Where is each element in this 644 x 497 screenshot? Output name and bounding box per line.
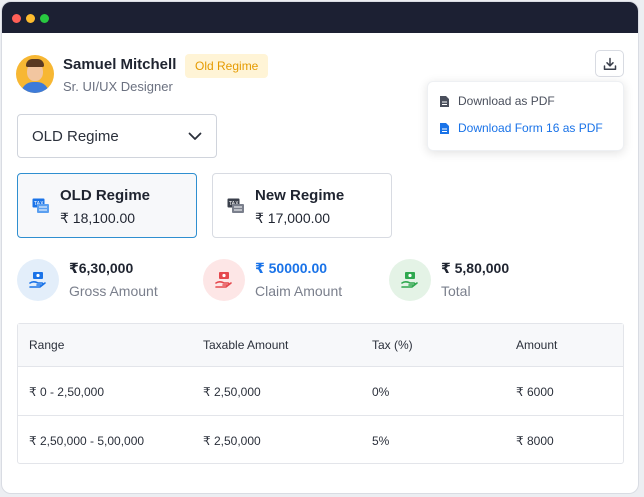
claim-amount-value: ₹ 50000.00 — [255, 260, 328, 276]
regime-badge: Old Regime — [185, 54, 269, 78]
column-header-range: Range — [29, 338, 65, 352]
download-form16-menu-item[interactable]: Download Form 16 as PDF — [439, 121, 603, 135]
table-cell-amount: ₹ 6000 — [516, 384, 554, 399]
gross-amount-label: Gross Amount — [69, 283, 158, 299]
total-value: ₹ 5,80,000 — [441, 260, 510, 276]
table-cell-taxable-amount: ₹ 2,50,000 — [203, 434, 261, 448]
minimize-window-button[interactable] — [26, 14, 35, 23]
total-label: Total — [441, 283, 471, 299]
regime-select-value: OLD Regime — [32, 127, 119, 145]
user-name: Samuel Mitchell — [63, 56, 177, 73]
user-role: Sr. UI/UX Designer — [63, 79, 173, 94]
column-header-amount: Amount — [516, 338, 558, 352]
table-cell-taxable-amount: ₹ 2,50,000 — [203, 384, 261, 399]
tax-icon: TAX — [227, 198, 244, 213]
old-regime-title: OLD Regime — [60, 187, 151, 204]
table-cell-tax-percent: 5% — [372, 434, 390, 448]
download-menu: Download as PDF Download Form 16 as PDF — [427, 81, 624, 151]
close-window-button[interactable] — [12, 14, 21, 23]
money-hand-icon — [389, 259, 431, 301]
table-cell-tax-percent: 0% — [372, 384, 390, 399]
claim-amount-label: Claim Amount — [255, 283, 343, 299]
avatar — [16, 55, 54, 93]
window-titlebar — [2, 2, 638, 33]
download-button[interactable] — [595, 50, 624, 77]
column-header-tax-percent: Tax (%) — [372, 338, 413, 352]
gross-amount-value: ₹6,30,000 — [69, 260, 134, 276]
download-pdf-menu-item[interactable]: Download as PDF — [439, 94, 555, 108]
tax-icon: TAX — [32, 198, 49, 213]
app-window: Samuel Mitchell Sr. UI/UX Designer Old R… — [1, 1, 639, 494]
new-regime-title: New Regime — [255, 187, 345, 204]
regime-select[interactable]: OLD Regime — [17, 114, 217, 158]
download-pdf-label: Download as PDF — [458, 94, 555, 108]
column-header-taxable-amount: Taxable Amount — [203, 338, 289, 352]
table-cell-range: ₹ 0 - 2,50,000 — [29, 384, 105, 399]
download-form16-label: Download Form 16 as PDF — [458, 121, 603, 135]
new-regime-card[interactable]: TAX New Regime ₹ 17,000.00 — [212, 173, 392, 238]
file-icon — [440, 122, 449, 134]
table-cell-range: ₹ 2,50,000 - 5,00,000 — [29, 434, 145, 448]
tax-slab-table: Range Taxable Amount Tax (%) Amount ₹ 0 … — [17, 323, 624, 464]
download-icon — [603, 57, 616, 70]
main-content: Samuel Mitchell Sr. UI/UX Designer Old R… — [2, 33, 638, 493]
chevron-down-icon — [188, 132, 202, 140]
table-cell-amount: ₹ 8000 — [516, 434, 554, 448]
table-header-row: Range Taxable Amount Tax (%) Amount — [18, 324, 623, 367]
money-hand-icon — [17, 259, 59, 301]
old-regime-amount: ₹ 18,100.00 — [60, 210, 136, 226]
table-row: ₹ 0 - 2,50,000 ₹ 2,50,000 0% ₹ 6000 — [18, 368, 623, 416]
old-regime-card[interactable]: TAX OLD Regime ₹ 18,100.00 — [17, 173, 197, 238]
file-icon — [440, 95, 449, 107]
maximize-window-button[interactable] — [40, 14, 49, 23]
table-row: ₹ 2,50,000 - 5,00,000 ₹ 2,50,000 5% ₹ 80… — [18, 417, 623, 465]
new-regime-amount: ₹ 17,000.00 — [255, 210, 331, 226]
money-hand-icon — [203, 259, 245, 301]
